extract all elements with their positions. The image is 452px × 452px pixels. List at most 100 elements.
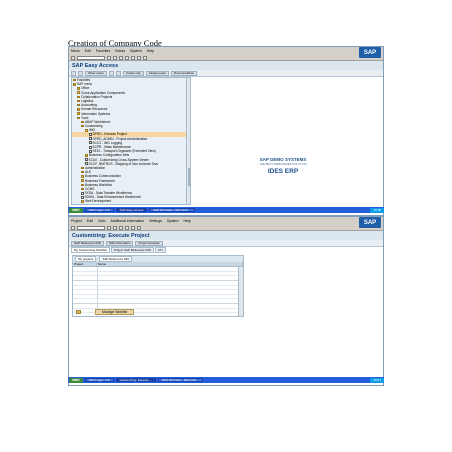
sap-logo: SAP xyxy=(359,217,381,228)
taskbar-clock: 10:38 xyxy=(370,207,384,213)
print-icon[interactable] xyxy=(131,55,135,60)
back-icon[interactable] xyxy=(113,225,117,230)
taskbar-item[interactable]: Customizing: Execute ... xyxy=(115,377,156,383)
folder-icon xyxy=(85,154,88,157)
menu-item[interactable]: Extras xyxy=(115,49,125,53)
exit-icon[interactable] xyxy=(119,55,123,60)
sap-branding: SAP DEMO SYSTEMS THE BEST PERFORMER SOLU… xyxy=(255,157,311,179)
command-field[interactable] xyxy=(77,55,105,60)
project-analysis-button[interactable]: Project Analysis xyxy=(135,240,163,246)
tab-strip: My Customizing Worklist Project SAP Refe… xyxy=(69,247,166,253)
enter-icon[interactable] xyxy=(71,55,75,60)
menu-item[interactable]: Help xyxy=(147,49,154,53)
folder-icon xyxy=(77,116,80,120)
menu-bar: Project Edit Goto Additional information… xyxy=(69,217,383,228)
transaction-icon xyxy=(89,133,92,137)
transaction-icon xyxy=(89,145,92,149)
img-information-button[interactable]: IMG information xyxy=(106,240,134,246)
menu-item[interactable]: System xyxy=(130,49,142,53)
menu-item[interactable]: Project xyxy=(71,219,82,223)
transaction-icon xyxy=(81,195,84,199)
transaction-icon xyxy=(89,137,92,141)
application-toolbar: Other menu Create role Assign users Docu… xyxy=(69,70,383,77)
manage-worklist-button[interactable]: Manage Worklist xyxy=(95,309,135,315)
exit-icon[interactable] xyxy=(119,225,123,230)
start-button[interactable]: start xyxy=(69,207,83,213)
transaction-icon xyxy=(85,162,88,166)
folder-icon xyxy=(77,99,80,103)
create-role-button[interactable]: Create role xyxy=(122,70,144,76)
menu-item[interactable]: Favorites xyxy=(96,49,110,53)
menu-item[interactable]: System xyxy=(167,219,179,223)
other-menu-button[interactable]: Other menu xyxy=(85,70,107,76)
folder-icon xyxy=(81,120,84,124)
folder-icon xyxy=(81,179,84,182)
tree-node[interactable]: Web Development xyxy=(72,199,190,203)
scroll-thumb[interactable] xyxy=(187,168,190,186)
taskbar-item[interactable]: SAP R/3 basis - Microsoft ... xyxy=(157,377,204,383)
folder-icon xyxy=(85,129,88,132)
folder-icon xyxy=(77,91,80,94)
folder-icon xyxy=(81,170,84,174)
windows-taskbar: start SAP Logon 710 SAP Easy Access SAP … xyxy=(68,207,384,213)
screen-title: Customizing: Execute Project xyxy=(69,231,383,240)
content-area: Favorites SAP menu Office Cross-Application… xyxy=(69,77,383,215)
folder-icon xyxy=(81,187,84,191)
sap-easy-access-window: Menu Edit Favorites Extras System Help S… xyxy=(68,46,384,216)
print-icon[interactable] xyxy=(131,225,135,230)
folder-icon xyxy=(77,95,80,99)
tab-worklist[interactable]: My Customizing Worklist xyxy=(71,247,110,253)
column-name[interactable]: Name xyxy=(97,262,243,266)
tree-scrollbar[interactable] xyxy=(186,78,190,204)
menu-item[interactable]: Additional information xyxy=(111,219,145,223)
sap-logo: SAP xyxy=(359,47,381,58)
command-field[interactable] xyxy=(77,225,105,230)
menu-icon[interactable] xyxy=(71,70,76,76)
start-button[interactable]: start xyxy=(69,377,83,383)
transaction-icon xyxy=(89,141,92,145)
screen-title: SAP Easy Access xyxy=(69,61,383,70)
menu-bar: Menu Edit Favorites Extras System Help S… xyxy=(69,47,383,58)
table-scrollbar[interactable] xyxy=(238,267,243,316)
cancel-icon[interactable] xyxy=(125,225,129,230)
delete-favorite-icon[interactable] xyxy=(115,70,121,76)
tree-node-label: Web Development xyxy=(85,199,112,204)
taskbar-item[interactable]: SAP Easy Access xyxy=(115,207,148,213)
taskbar-clock: 10:41 xyxy=(370,377,384,383)
taskbar-item[interactable]: SAP Logon 710 xyxy=(84,377,114,383)
cancel-icon[interactable] xyxy=(125,55,129,60)
transaction-icon xyxy=(85,158,88,162)
sap-menu-tree: Favorites SAP menu Office Cross-Application… xyxy=(71,77,191,205)
column-project[interactable]: Project xyxy=(73,262,97,266)
save-icon[interactable] xyxy=(107,225,111,230)
folder-icon xyxy=(81,166,84,170)
taskbar-item[interactable]: SAP Logon 710 xyxy=(84,207,114,213)
folder-icon xyxy=(77,103,80,107)
menu-item[interactable]: Menu xyxy=(71,49,80,53)
assign-users-button[interactable]: Assign users xyxy=(145,70,169,76)
menu-item[interactable]: Edit xyxy=(87,219,93,223)
enter-icon[interactable] xyxy=(71,225,75,230)
add-favorite-icon[interactable] xyxy=(108,70,114,76)
help-icon[interactable] xyxy=(143,55,147,60)
back-icon[interactable] xyxy=(113,55,117,60)
tab-fti[interactable]: FTI xyxy=(155,247,166,253)
customizing-window: Project Edit Goto Additional information… xyxy=(68,216,384,386)
find-icon[interactable] xyxy=(137,225,141,230)
menu-item[interactable]: Help xyxy=(184,219,191,223)
worklist-icon[interactable] xyxy=(76,310,81,314)
menu-item[interactable]: Settings xyxy=(149,219,162,223)
sap-reference-img-button[interactable]: SAP Reference IMG xyxy=(71,240,105,246)
transaction-icon xyxy=(81,191,84,195)
tab-project[interactable]: Project SAP Reference IMG xyxy=(110,247,155,253)
project-table: My projects SAP Reference IMG Project Na… xyxy=(72,255,244,317)
user-menu-icon[interactable] xyxy=(78,70,83,76)
save-icon[interactable] xyxy=(107,55,111,60)
folder-icon xyxy=(81,124,84,128)
documentation-button[interactable]: Documentation xyxy=(170,70,198,76)
branding-line2: THE BEST PERFORMER SOLUTION xyxy=(259,162,307,166)
taskbar-item[interactable]: SAP R/3 basis - Microsoft ... xyxy=(149,207,195,213)
menu-item[interactable]: Goto xyxy=(98,219,106,223)
menu-item[interactable]: Edit xyxy=(85,49,91,53)
find-icon[interactable] xyxy=(137,55,141,60)
